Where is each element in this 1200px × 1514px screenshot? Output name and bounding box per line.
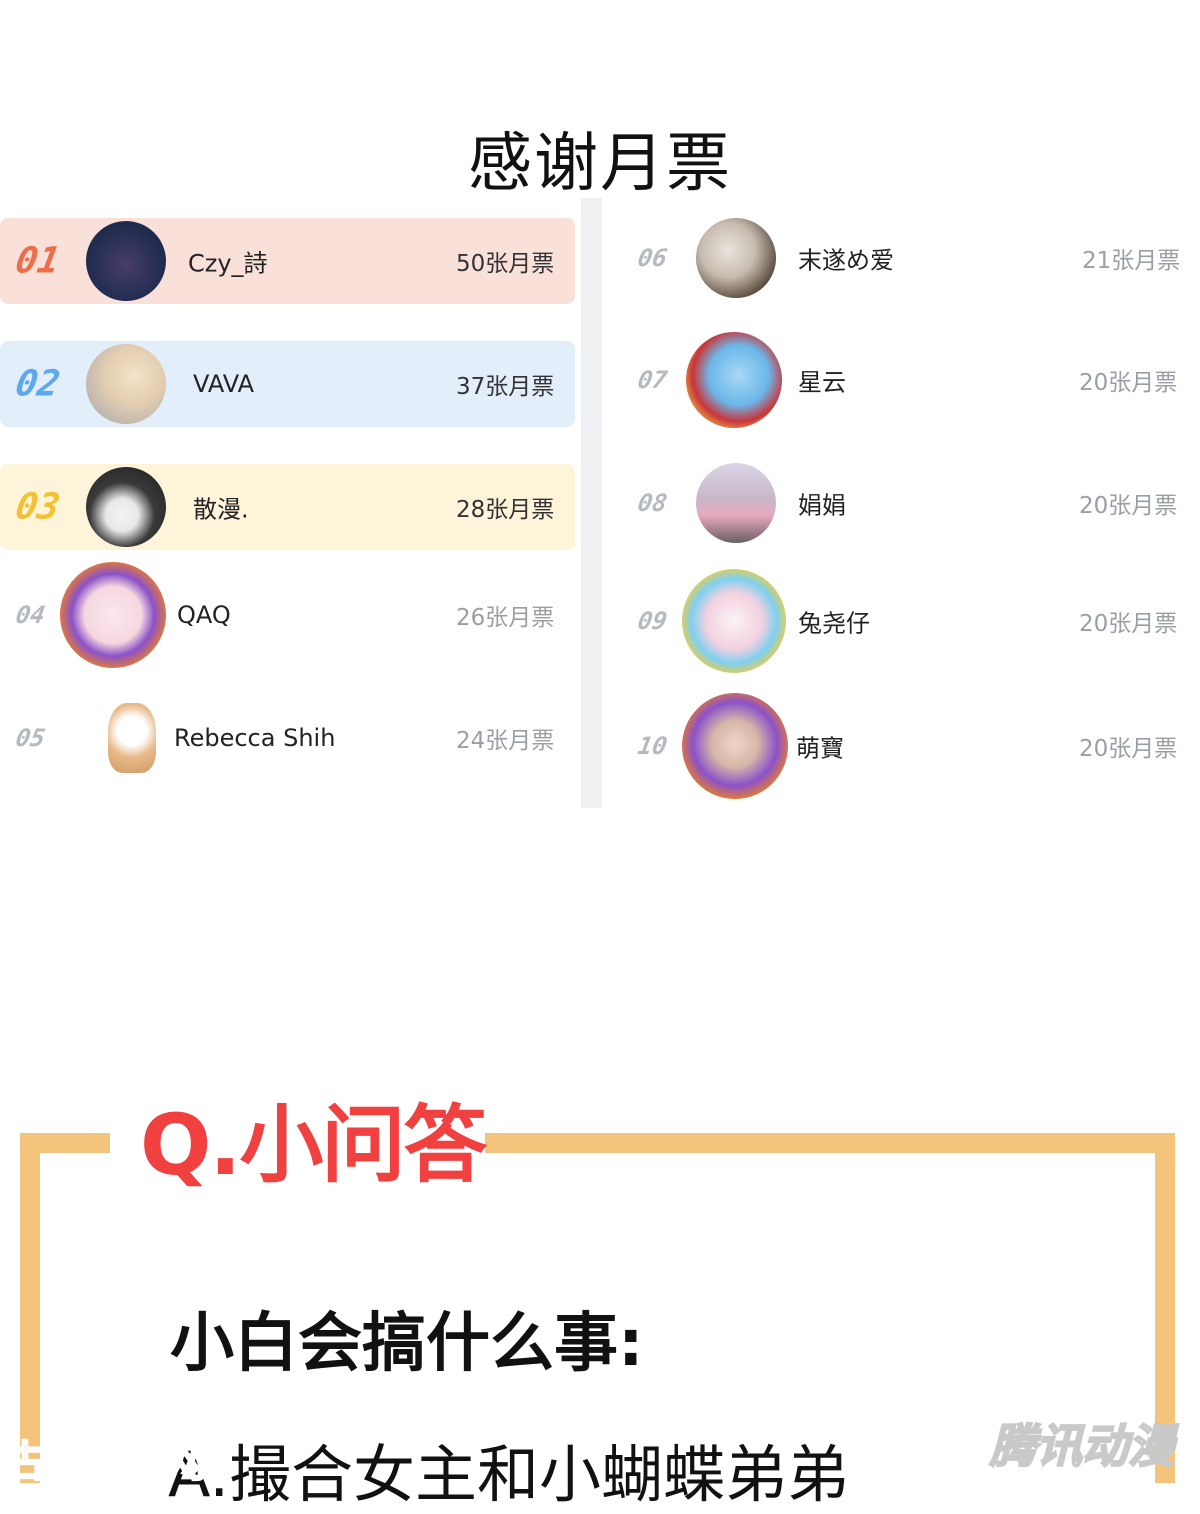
user-name: 兔尧仔: [798, 609, 870, 638]
rank-number: 10: [635, 732, 670, 760]
user-name: VAVA: [193, 370, 255, 398]
vote-count: 50张月票: [456, 251, 555, 277]
rank-number: 04: [13, 601, 48, 629]
avatar: [682, 693, 788, 799]
vote-count: 20张月票: [1079, 736, 1178, 762]
ranking-row-06: 06 末遂め爱 21张月票: [612, 215, 1200, 301]
ranking-row-02: 02 VAVA 37张月票: [0, 341, 575, 427]
avatar: [86, 467, 166, 547]
ranking-row-10: 10 萌寶 20张月票: [612, 690, 1200, 802]
user-name: Rebecca Shih: [174, 724, 336, 752]
qa-frame-top: [485, 1133, 1175, 1153]
ranking-row-07: 07 星云 20张月票: [612, 330, 1200, 430]
rank-number: 03: [12, 486, 63, 528]
dog-avatar-icon: [108, 703, 156, 773]
ranking-row-03: 03 散漫. 28张月票: [0, 464, 575, 550]
vote-count: 28张月票: [456, 497, 555, 523]
qa-frame-top: [20, 1133, 110, 1153]
avatar: [696, 463, 776, 543]
watermark-left: 古风漫画网: [3, 1436, 207, 1487]
user-name: 萌寶: [796, 734, 844, 763]
rank-number: 01: [12, 240, 63, 282]
user-name: 末遂め爱: [798, 246, 894, 275]
user-name: Czy_詩: [188, 249, 268, 278]
vote-count: 20张月票: [1079, 370, 1178, 396]
vote-count: 20张月票: [1079, 493, 1178, 519]
vote-count: 21张月票: [1082, 248, 1181, 274]
ranking-row-08: 08 娟娟 20张月票: [612, 460, 1200, 546]
vote-count: 26张月票: [456, 605, 555, 631]
rank-number: 07: [635, 366, 670, 394]
watermark-right: 腾讯动漫: [989, 1418, 1175, 1474]
avatar: [60, 562, 166, 668]
column-divider: [581, 198, 602, 808]
ranking-row-04: 04 QAQ 26张月票: [0, 560, 575, 670]
avatar: [86, 221, 166, 301]
rank-number: 05: [13, 724, 48, 752]
qa-title: Q.小问答: [140, 1096, 487, 1194]
rank-number: 02: [12, 363, 63, 405]
avatar: [682, 569, 786, 673]
ranking-row-09: 09 兔尧仔 20张月票: [612, 566, 1200, 676]
ranking-row-05: 05 Rebecca Shih 24张月票: [0, 695, 575, 781]
vote-count: 24张月票: [456, 728, 555, 754]
qa-answer: A.撮合女主和小蝴蝶弟弟: [168, 1438, 850, 1511]
avatar: [696, 218, 776, 298]
page-title: 感谢月票: [468, 127, 732, 201]
rank-number: 08: [635, 489, 670, 517]
user-name: 散漫.: [193, 495, 249, 524]
user-name: QAQ: [177, 601, 231, 629]
vote-count: 37张月票: [456, 374, 555, 400]
user-name: 娟娟: [798, 491, 846, 520]
avatar: [686, 332, 782, 428]
user-name: 星云: [798, 368, 846, 397]
ranking-row-01: 01 Czy_詩 50张月票: [0, 218, 575, 304]
avatar: [86, 344, 166, 424]
rank-number: 09: [635, 607, 670, 635]
qa-question: 小白会搞什么事:: [170, 1307, 644, 1381]
rank-number: 06: [635, 244, 670, 272]
vote-count: 20张月票: [1079, 611, 1178, 637]
